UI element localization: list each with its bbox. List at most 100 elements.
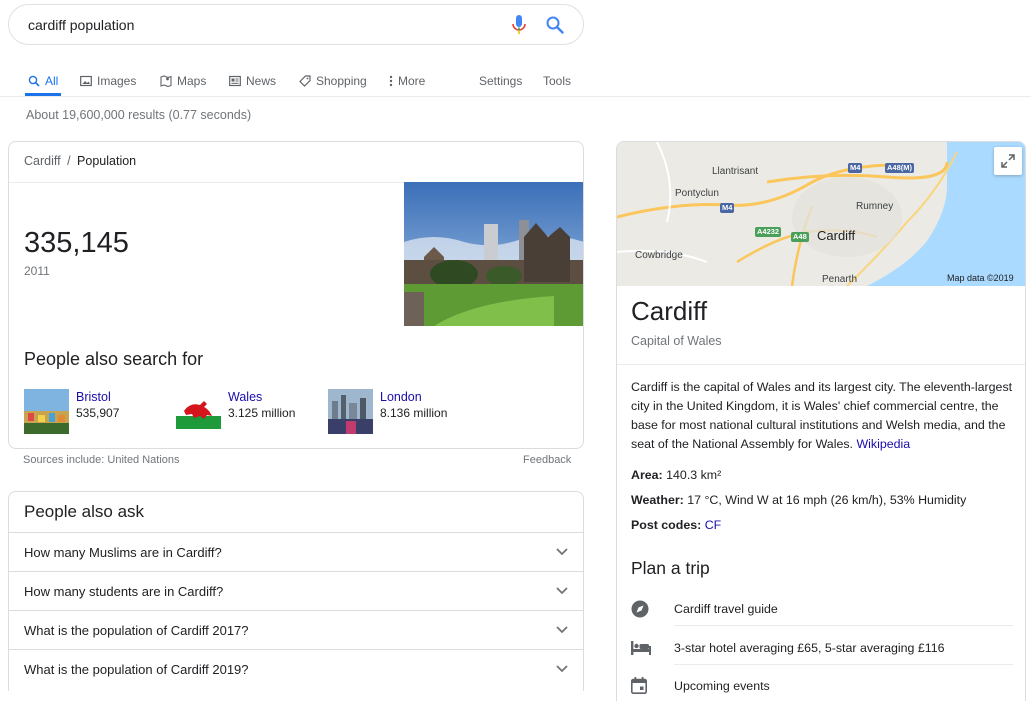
- bristol-thumbnail: [24, 389, 69, 434]
- related-name[interactable]: Bristol: [76, 389, 119, 405]
- map-attribution: Map data ©2019: [947, 273, 1014, 283]
- related-wales[interactable]: Wales 3.125 million: [176, 389, 295, 434]
- tab-all[interactable]: All: [24, 68, 62, 96]
- breadcrumb-separator: /: [67, 154, 71, 168]
- search-tabs: All Images Maps News Shopping More Setti…: [0, 58, 1031, 97]
- search-icon: [28, 75, 40, 87]
- chevron-down-icon: [556, 587, 568, 595]
- chevron-down-icon: [556, 626, 568, 634]
- entity-description: Cardiff is the capital of Wales and its …: [631, 378, 1013, 454]
- question-text: What is the population of Cardiff 2019?: [24, 661, 249, 677]
- tab-shopping-label: Shopping: [316, 74, 367, 88]
- result-stats: About 19,600,000 results (0.77 seconds): [26, 108, 252, 122]
- divider: [674, 625, 1013, 626]
- plan-item-travel-guide[interactable]: Cardiff travel guide: [631, 589, 1013, 628]
- tab-maps-label: Maps: [177, 74, 207, 88]
- map-thumbnail[interactable]: Llantrisant Pontyclun Rumney Cardiff Cow…: [617, 142, 1025, 286]
- search-input[interactable]: [28, 16, 495, 33]
- related-value: 535,907: [76, 406, 120, 420]
- news-icon: [229, 75, 241, 87]
- tab-tools[interactable]: Tools: [543, 68, 571, 94]
- tab-more[interactable]: More: [389, 68, 425, 94]
- population-value: 335,145: [24, 227, 129, 259]
- entity-title: Cardiff: [631, 296, 708, 326]
- road-shield: A48: [791, 232, 809, 242]
- related-value: 3.125 million: [228, 406, 296, 420]
- map-icon: [160, 75, 172, 87]
- search-icon[interactable]: [543, 13, 567, 37]
- feedback-link[interactable]: Feedback: [523, 454, 571, 466]
- compass-icon: [631, 600, 674, 618]
- divider: [617, 364, 1025, 365]
- plan-item-hotels[interactable]: 3-star hotel averaging £65, 5-star avera…: [631, 628, 1013, 667]
- map-label: Rumney: [856, 201, 894, 212]
- related-value: 8.136 million: [380, 406, 448, 420]
- plan-item-label: 3-star hotel averaging £65, 5-star avera…: [674, 640, 945, 655]
- question-row[interactable]: How many students are in Cardiff?: [9, 571, 583, 610]
- tab-more-label: More: [398, 74, 426, 88]
- question-row[interactable]: How many Muslims are in Cardiff?: [9, 532, 583, 571]
- fact-area: Area: 140.3 km²: [631, 468, 721, 482]
- question-text: What is the population of Cardiff 2017?: [24, 622, 249, 638]
- cardiff-photo[interactable]: [404, 182, 583, 326]
- breadcrumb: Cardiff / Population: [24, 154, 136, 168]
- fact-value: 17 °C, Wind W at 16 mph (26 km/h), 53% H…: [687, 493, 967, 507]
- fact-label[interactable]: Weather:: [631, 493, 684, 507]
- tab-news-label: News: [246, 74, 277, 88]
- tab-images[interactable]: Images: [80, 68, 136, 94]
- more-vert-icon: [389, 75, 393, 87]
- fact-postcodes: Post codes: CF: [631, 518, 721, 532]
- tab-all-label: All: [45, 74, 59, 88]
- map-label: Cardiff: [817, 228, 856, 243]
- description-text: Cardiff is the capital of Wales and its …: [631, 380, 1013, 451]
- people-also-ask: People also ask How many Muslims are in …: [8, 491, 584, 691]
- related-name[interactable]: London: [380, 389, 447, 405]
- plan-item-events[interactable]: Upcoming events: [631, 666, 1013, 701]
- related-london[interactable]: London 8.136 million: [328, 389, 447, 434]
- fact-label[interactable]: Post codes:: [631, 518, 701, 532]
- road-shield: A48(M): [885, 163, 915, 173]
- question-row[interactable]: What is the population of Cardiff 2019?: [9, 649, 583, 688]
- chevron-down-icon: [556, 665, 568, 673]
- road-shield: M4: [720, 203, 735, 213]
- hotel-bed-icon: [631, 640, 674, 655]
- question-text: How many students are in Cardiff?: [24, 583, 224, 599]
- expand-icon[interactable]: [994, 147, 1022, 175]
- tab-settings[interactable]: Settings: [479, 68, 522, 94]
- population-card: Cardiff / Population 335,145 2011 People…: [8, 141, 584, 449]
- population-year: 2011: [24, 264, 50, 278]
- entity-subtitle: Capital of Wales: [631, 334, 722, 348]
- map-label: Llantrisant: [712, 166, 759, 177]
- question-row[interactable]: What is the population of Cardiff 2017?: [9, 610, 583, 649]
- tab-settings-label: Settings: [479, 74, 523, 88]
- breadcrumb-city[interactable]: Cardiff: [24, 154, 61, 168]
- people-also-search-title: People also search for: [24, 349, 204, 369]
- tab-shopping[interactable]: Shopping: [299, 68, 367, 94]
- fact-weather: Weather: 17 °C, Wind W at 16 mph (26 km/…: [631, 493, 966, 507]
- plan-trip-title: Plan a trip: [631, 558, 710, 578]
- tag-icon: [299, 75, 311, 87]
- tab-maps[interactable]: Maps: [160, 68, 206, 94]
- microphone-icon[interactable]: [507, 13, 531, 37]
- divider: [674, 664, 1013, 665]
- map-label: Cowbridge: [635, 250, 683, 261]
- london-thumbnail: [328, 389, 373, 434]
- wikipedia-link[interactable]: Wikipedia: [856, 437, 910, 451]
- related-bristol[interactable]: Bristol 535,907: [24, 389, 119, 434]
- question-text: How many Muslims are in Cardiff?: [24, 544, 222, 560]
- fact-value-link[interactable]: CF: [705, 518, 722, 532]
- related-name[interactable]: Wales: [228, 389, 295, 405]
- fact-label[interactable]: Area:: [631, 468, 663, 482]
- road-shield: A4232: [755, 227, 782, 237]
- calendar-icon: [631, 677, 674, 694]
- chevron-down-icon: [556, 548, 568, 556]
- tab-images-label: Images: [97, 74, 137, 88]
- search-box[interactable]: [8, 4, 584, 45]
- tab-news[interactable]: News: [229, 68, 276, 94]
- breadcrumb-topic: Population: [77, 154, 137, 168]
- plan-item-label: Upcoming events: [674, 678, 770, 693]
- fact-value: 140.3 km²: [666, 468, 722, 482]
- plan-item-label: Cardiff travel guide: [674, 601, 778, 616]
- image-icon: [80, 75, 92, 87]
- tab-tools-label: Tools: [543, 74, 572, 88]
